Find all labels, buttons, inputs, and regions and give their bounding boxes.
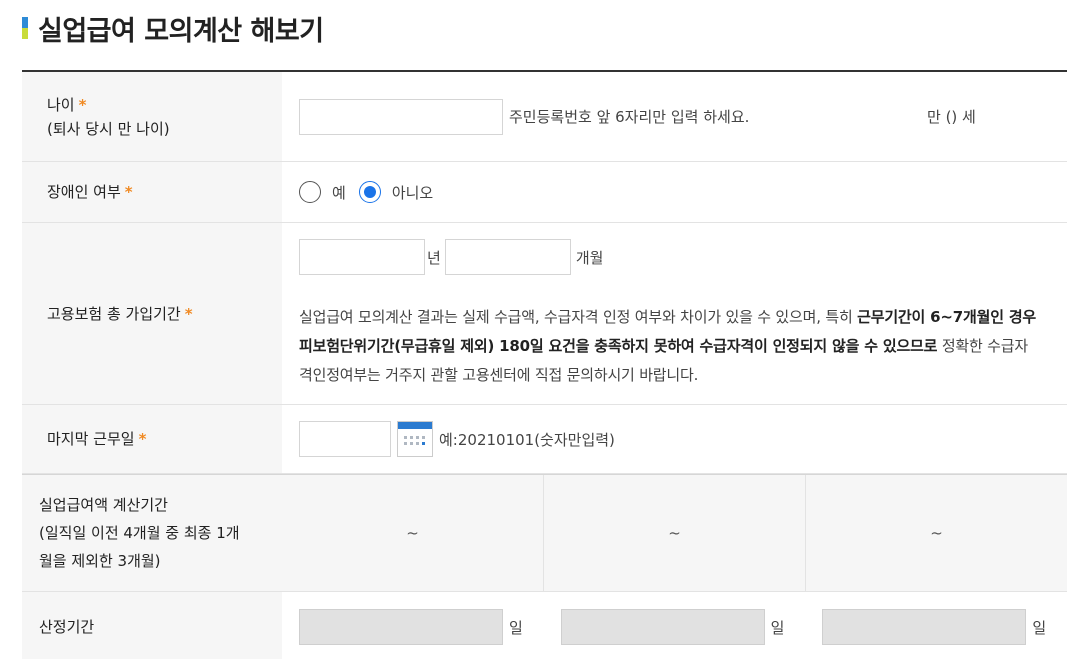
radio-yes-label: 예 xyxy=(332,183,346,202)
last-day-label-cell: 마지막 근무일 * xyxy=(22,405,282,473)
age-label-cell: 나이 * (퇴사 당시 만 나이) xyxy=(22,72,282,161)
last-day-value-cell: 예:20210101(숫자만입력) xyxy=(282,405,1067,473)
row-disability: 장애인 여부 * 예 아니오 xyxy=(22,162,1067,223)
insurance-label: 고용보험 총 가입기간 xyxy=(47,304,181,323)
insurance-inputs: 년 개월 xyxy=(299,239,603,275)
last-day-label: 마지막 근무일 xyxy=(47,430,135,448)
age-label: 나이 xyxy=(47,95,75,114)
days-unit: 일 xyxy=(1032,618,1047,637)
calc-period-sublabel-2: 월을 제외한 3개월) xyxy=(39,552,161,570)
radio-no-label: 아니오 xyxy=(391,183,434,202)
notice-text: 실업급여 모의계산 결과는 실제 수급액, 수급자격 인정 여부와 차이가 있을… xyxy=(299,308,858,326)
age-result: 만 () 세 xyxy=(927,108,976,126)
radio-no[interactable] xyxy=(358,181,381,203)
required-mark: * xyxy=(184,304,193,323)
calc-period-cell: ~ xyxy=(282,475,543,591)
insurance-notice: 실업급여 모의계산 결과는 실제 수급액, 수급자격 인정 여부와 차이가 있을… xyxy=(299,303,1039,390)
last-day-input[interactable] xyxy=(299,421,391,457)
calc-period-cell: ~ xyxy=(805,475,1067,591)
age-value-cell: 주민등록번호 앞 6자리만 입력 하세요. 만 () 세 xyxy=(282,72,1067,161)
computed-period-cell: 일 xyxy=(544,592,806,659)
computed-days-input[interactable] xyxy=(299,609,503,645)
months-unit: 개월 xyxy=(575,248,604,267)
computed-days-input[interactable] xyxy=(822,609,1027,645)
disability-value-cell: 예 아니오 xyxy=(282,162,1067,222)
computed-period-cell: 일 xyxy=(805,592,1067,659)
insurance-value-cell: 년 개월 실업급여 모의계산 결과는 실제 수급액, 수급자격 인정 여부와 차… xyxy=(282,223,1067,404)
years-input[interactable] xyxy=(299,239,425,275)
days-unit: 일 xyxy=(509,618,523,637)
row-insurance-period: 고용보험 총 가입기간 * 년 개월 실업급여 모의계산 결과는 실제 수급액, … xyxy=(22,223,1067,405)
page-title: 실업급여 모의계산 해보기 xyxy=(38,15,324,47)
row-age: 나이 * (퇴사 당시 만 나이) 주민등록번호 앞 6자리만 입력 하세요. 만… xyxy=(22,72,1067,162)
calc-period-sublabel-1: (일직일 이전 4개월 중 최종 1개 xyxy=(39,524,240,542)
age-hint: 주민등록번호 앞 6자리만 입력 하세요. xyxy=(509,108,750,126)
calc-period-label-cell: 실업급여액 계산기간 (일직일 이전 4개월 중 최종 1개 월을 제외한 3개… xyxy=(22,475,282,591)
calendar-icon[interactable] xyxy=(397,421,433,457)
row-last-work-day: 마지막 근무일 * 예:20210101(숫자만입력) xyxy=(22,405,1067,474)
calc-form: 나이 * (퇴사 당시 만 나이) 주민등록번호 앞 6자리만 입력 하세요. 만… xyxy=(22,70,1067,659)
required-mark: * xyxy=(138,430,147,448)
birthdate-input[interactable] xyxy=(299,98,503,135)
years-unit: 년 xyxy=(427,248,441,267)
calc-period-label: 실업급여액 계산기간 xyxy=(39,496,168,514)
page-header: 실업급여 모의계산 해보기 xyxy=(22,8,324,48)
computed-period-cell: 일 xyxy=(282,592,544,659)
title-accent-bar xyxy=(22,17,28,39)
calc-period-cells: ~ ~ ~ xyxy=(282,475,1067,591)
required-mark: * xyxy=(78,95,87,114)
insurance-label-cell: 고용보험 총 가입기간 * xyxy=(22,223,282,404)
computed-period-label: 산정기간 xyxy=(39,618,95,636)
computed-days-input[interactable] xyxy=(560,609,765,645)
row-calc-period: 실업급여액 계산기간 (일직일 이전 4개월 중 최종 1개 월을 제외한 3개… xyxy=(22,474,1067,592)
disability-label-cell: 장애인 여부 * xyxy=(22,162,282,222)
required-mark: * xyxy=(124,183,133,201)
row-computed-period: 산정기간 일 일 일 xyxy=(22,592,1067,659)
radio-yes[interactable] xyxy=(299,181,321,203)
age-sublabel: (퇴사 당시 만 나이) xyxy=(47,119,170,138)
months-input[interactable] xyxy=(444,239,571,275)
last-day-hint: 예:20210101(숫자만입력) xyxy=(439,430,615,449)
disability-label: 장애인 여부 xyxy=(47,183,121,201)
computed-period-label-cell: 산정기간 xyxy=(22,592,282,659)
computed-period-cells: 일 일 일 xyxy=(282,592,1067,659)
calc-period-cell: ~ xyxy=(543,475,805,591)
days-unit: 일 xyxy=(770,618,785,637)
